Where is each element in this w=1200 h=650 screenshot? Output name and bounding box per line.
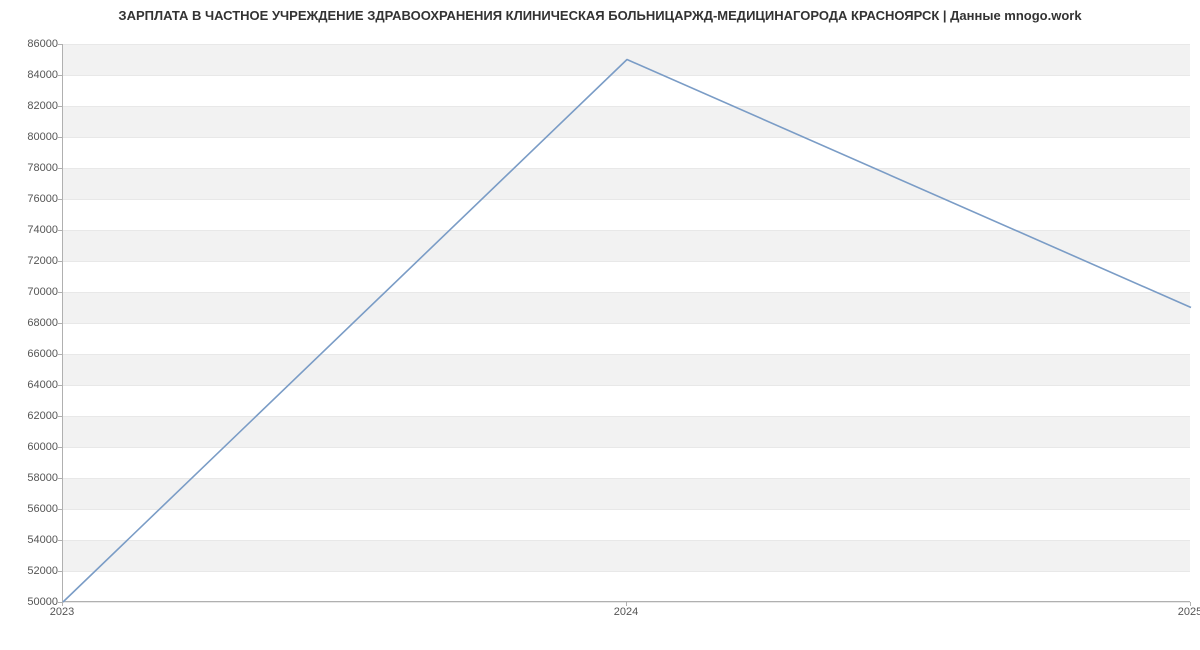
y-tick-mark <box>58 571 62 572</box>
chart-title: ЗАРПЛАТА В ЧАСТНОЕ УЧРЕЖДЕНИЕ ЗДРАВООХРА… <box>0 8 1200 23</box>
y-tick-label: 54000 <box>8 534 58 546</box>
y-tick-label: 52000 <box>8 565 58 577</box>
y-tick-mark <box>58 354 62 355</box>
y-tick-label: 64000 <box>8 379 58 391</box>
y-tick-mark <box>58 261 62 262</box>
y-tick-mark <box>58 75 62 76</box>
y-tick-mark <box>58 385 62 386</box>
y-tick-mark <box>58 540 62 541</box>
x-tick-label: 2023 <box>50 606 74 618</box>
y-tick-mark <box>58 230 62 231</box>
y-tick-label: 72000 <box>8 255 58 267</box>
y-tick-label: 82000 <box>8 100 58 112</box>
y-tick-mark <box>58 416 62 417</box>
y-tick-label: 66000 <box>8 348 58 360</box>
y-tick-mark <box>58 199 62 200</box>
chart-container: ЗАРПЛАТА В ЧАСТНОЕ УЧРЕЖДЕНИЕ ЗДРАВООХРА… <box>0 0 1200 650</box>
plot-area <box>62 44 1190 602</box>
y-tick-label: 62000 <box>8 410 58 422</box>
y-tick-mark <box>58 323 62 324</box>
y-tick-label: 86000 <box>8 38 58 50</box>
y-tick-label: 68000 <box>8 317 58 329</box>
y-tick-mark <box>58 478 62 479</box>
y-tick-mark <box>58 168 62 169</box>
y-tick-mark <box>58 292 62 293</box>
y-tick-label: 60000 <box>8 441 58 453</box>
y-tick-mark <box>58 509 62 510</box>
x-tick-label: 2024 <box>614 606 638 618</box>
y-tick-mark <box>58 137 62 138</box>
y-tick-label: 84000 <box>8 69 58 81</box>
y-tick-label: 78000 <box>8 162 58 174</box>
line-layer <box>63 44 1190 601</box>
y-tick-mark <box>58 106 62 107</box>
y-tick-label: 76000 <box>8 193 58 205</box>
y-tick-label: 70000 <box>8 286 58 298</box>
y-tick-label: 74000 <box>8 224 58 236</box>
x-tick-mark <box>62 602 63 606</box>
y-tick-mark <box>58 44 62 45</box>
x-tick-mark <box>1190 602 1191 606</box>
y-tick-mark <box>58 447 62 448</box>
y-tick-label: 56000 <box>8 503 58 515</box>
y-tick-label: 58000 <box>8 472 58 484</box>
x-tick-label: 2025 <box>1178 606 1200 618</box>
x-tick-mark <box>626 602 627 606</box>
series-salary-line <box>63 60 1191 603</box>
y-tick-label: 80000 <box>8 131 58 143</box>
